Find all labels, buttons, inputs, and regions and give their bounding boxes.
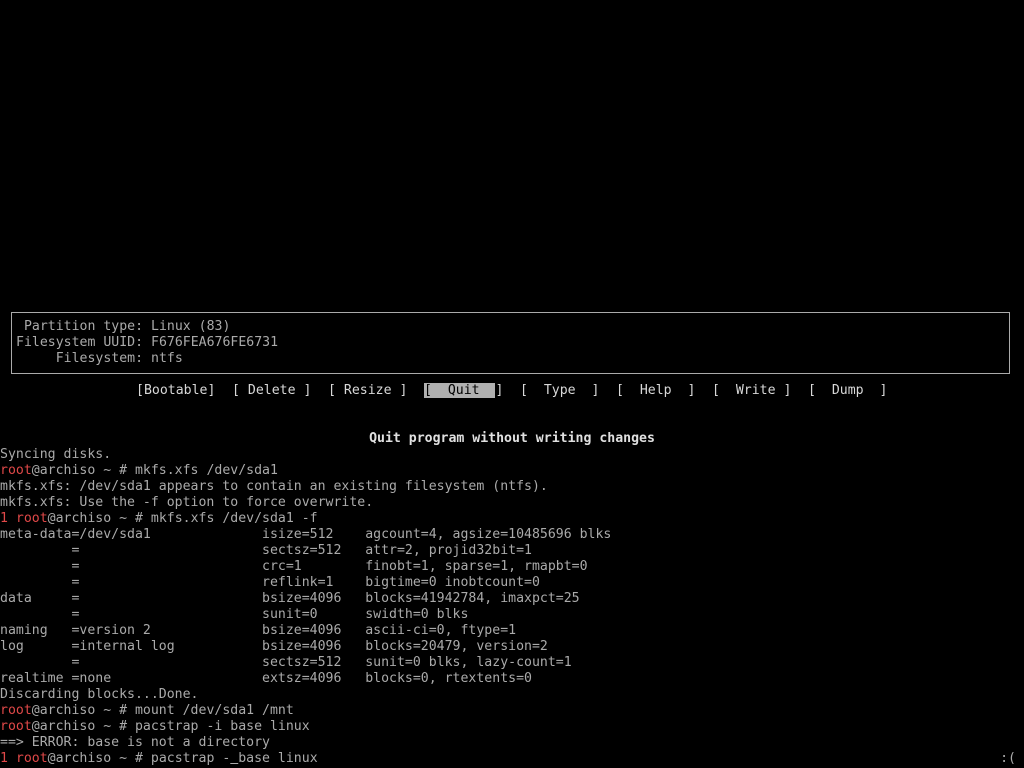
terminal-line: mkfs.xfs: Use the -f option to force ove… [0,495,374,510]
command-input-before-cursor[interactable]: pacstrap - [151,751,230,766]
partition-type-row: Partition type: Linux (83) [16,319,230,335]
prompt-host: @archiso ~ # [31,463,135,478]
quit-bracket-open: [ [424,383,432,398]
terminal-line: = sectsz=512 attr=2, projid32bit=1 [0,543,532,558]
terminal-line: naming =version 2 bsize=4096 ascii-ci=0,… [0,623,517,638]
exit-status: 1 [0,751,16,766]
exit-status: 1 [0,511,16,526]
filesystem-uuid-value: F676FEA676FE6731 [151,335,279,350]
command-text: pacstrap -i base linux [134,719,310,734]
resize-button[interactable]: [ Resize ] [328,383,407,399]
prompt-host: @archiso ~ # [47,751,151,766]
command-text: mkfs.xfs /dev/sda1 [134,463,278,478]
partition-info-box: Partition type: Linux (83) Filesystem UU… [11,312,1010,374]
quit-button[interactable]: [ Quit ] [424,383,503,399]
prompt-line: 1 root@archiso ~ # mkfs.xfs /dev/sda1 -f [0,511,318,527]
quit-bracket-close: ] [495,383,504,398]
filesystem-uuid-row: Filesystem UUID: F676FEA676FE6731 [16,335,278,351]
terminal-line: = sectsz=512 sunit=0 blks, lazy-count=1 [0,655,572,670]
prompt-line: root@archiso ~ # mkfs.xfs /dev/sda1 [0,463,278,479]
terminal-line: log =internal log bsize=4096 blocks=2047… [0,639,548,654]
filesystem-row: Filesystem: ntfs [16,351,183,367]
status-indicator: :( [1000,751,1016,766]
prompt-user: root [0,463,32,478]
filesystem-uuid-label: Filesystem UUID: [16,335,144,350]
bootable-button[interactable]: [Bootable] [136,383,215,399]
delete-button[interactable]: [ Delete ] [232,383,311,399]
terminal-line: realtime =none extsz=4096 blocks=0, rtex… [0,671,532,686]
command-text: mkfs.xfs /dev/sda1 -f [150,511,318,526]
terminal-line: mkfs.xfs: /dev/sda1 appears to contain a… [0,479,548,494]
prompt-host: @archiso ~ # [31,703,135,718]
cfdisk-menu: [Bootable] [ Delete ] [ Resize ] [ Quit … [0,383,1024,399]
command-input-after-cursor[interactable]: base linux [238,751,317,766]
terminal-line: = crc=1 finobt=1, sparse=1, rmapbt=0 [0,559,588,574]
terminal-line: Discarding blocks...Done. [0,687,199,702]
prompt-user: root [15,511,48,526]
terminal-line: = reflink=1 bigtime=0 inobtcount=0 [0,575,540,590]
terminal-line: = sunit=0 swidth=0 blks [0,607,469,622]
partition-type-value: Linux (83) [151,319,231,334]
partition-type-label: Partition type: [16,319,144,334]
dump-button[interactable]: [ Dump ] [808,383,887,399]
active-prompt-line[interactable]: 1 root@archiso ~ # pacstrap - base linux [0,751,318,767]
menu-hint: Quit program without writing changes [369,431,655,446]
prompt-host: @archiso ~ # [47,511,151,526]
prompt-user: root [0,703,32,718]
type-button[interactable]: [ Type ] [520,383,599,399]
terminal-line: ==> ERROR: base is not a directory [0,735,270,750]
quit-label: Quit [431,383,496,398]
prompt-line: root@archiso ~ # pacstrap -i base linux [0,719,310,735]
prompt-line: root@archiso ~ # mount /dev/sda1 /mnt [0,703,294,719]
terminal-line: data = bsize=4096 blocks=41942784, imaxp… [0,591,580,606]
terminal-line: Syncing disks. [0,447,112,462]
prompt-host: @archiso ~ # [31,719,135,734]
filesystem-value: ntfs [151,351,183,366]
write-button[interactable]: [ Write ] [712,383,791,399]
prompt-user: root [0,719,32,734]
help-button[interactable]: [ Help ] [616,383,695,399]
filesystem-label: Filesystem: [16,351,144,366]
command-text: mount /dev/sda1 /mnt [134,703,294,718]
terminal-line: meta-data=/dev/sda1 isize=512 agcount=4,… [0,527,612,542]
prompt-user: root [15,751,48,766]
